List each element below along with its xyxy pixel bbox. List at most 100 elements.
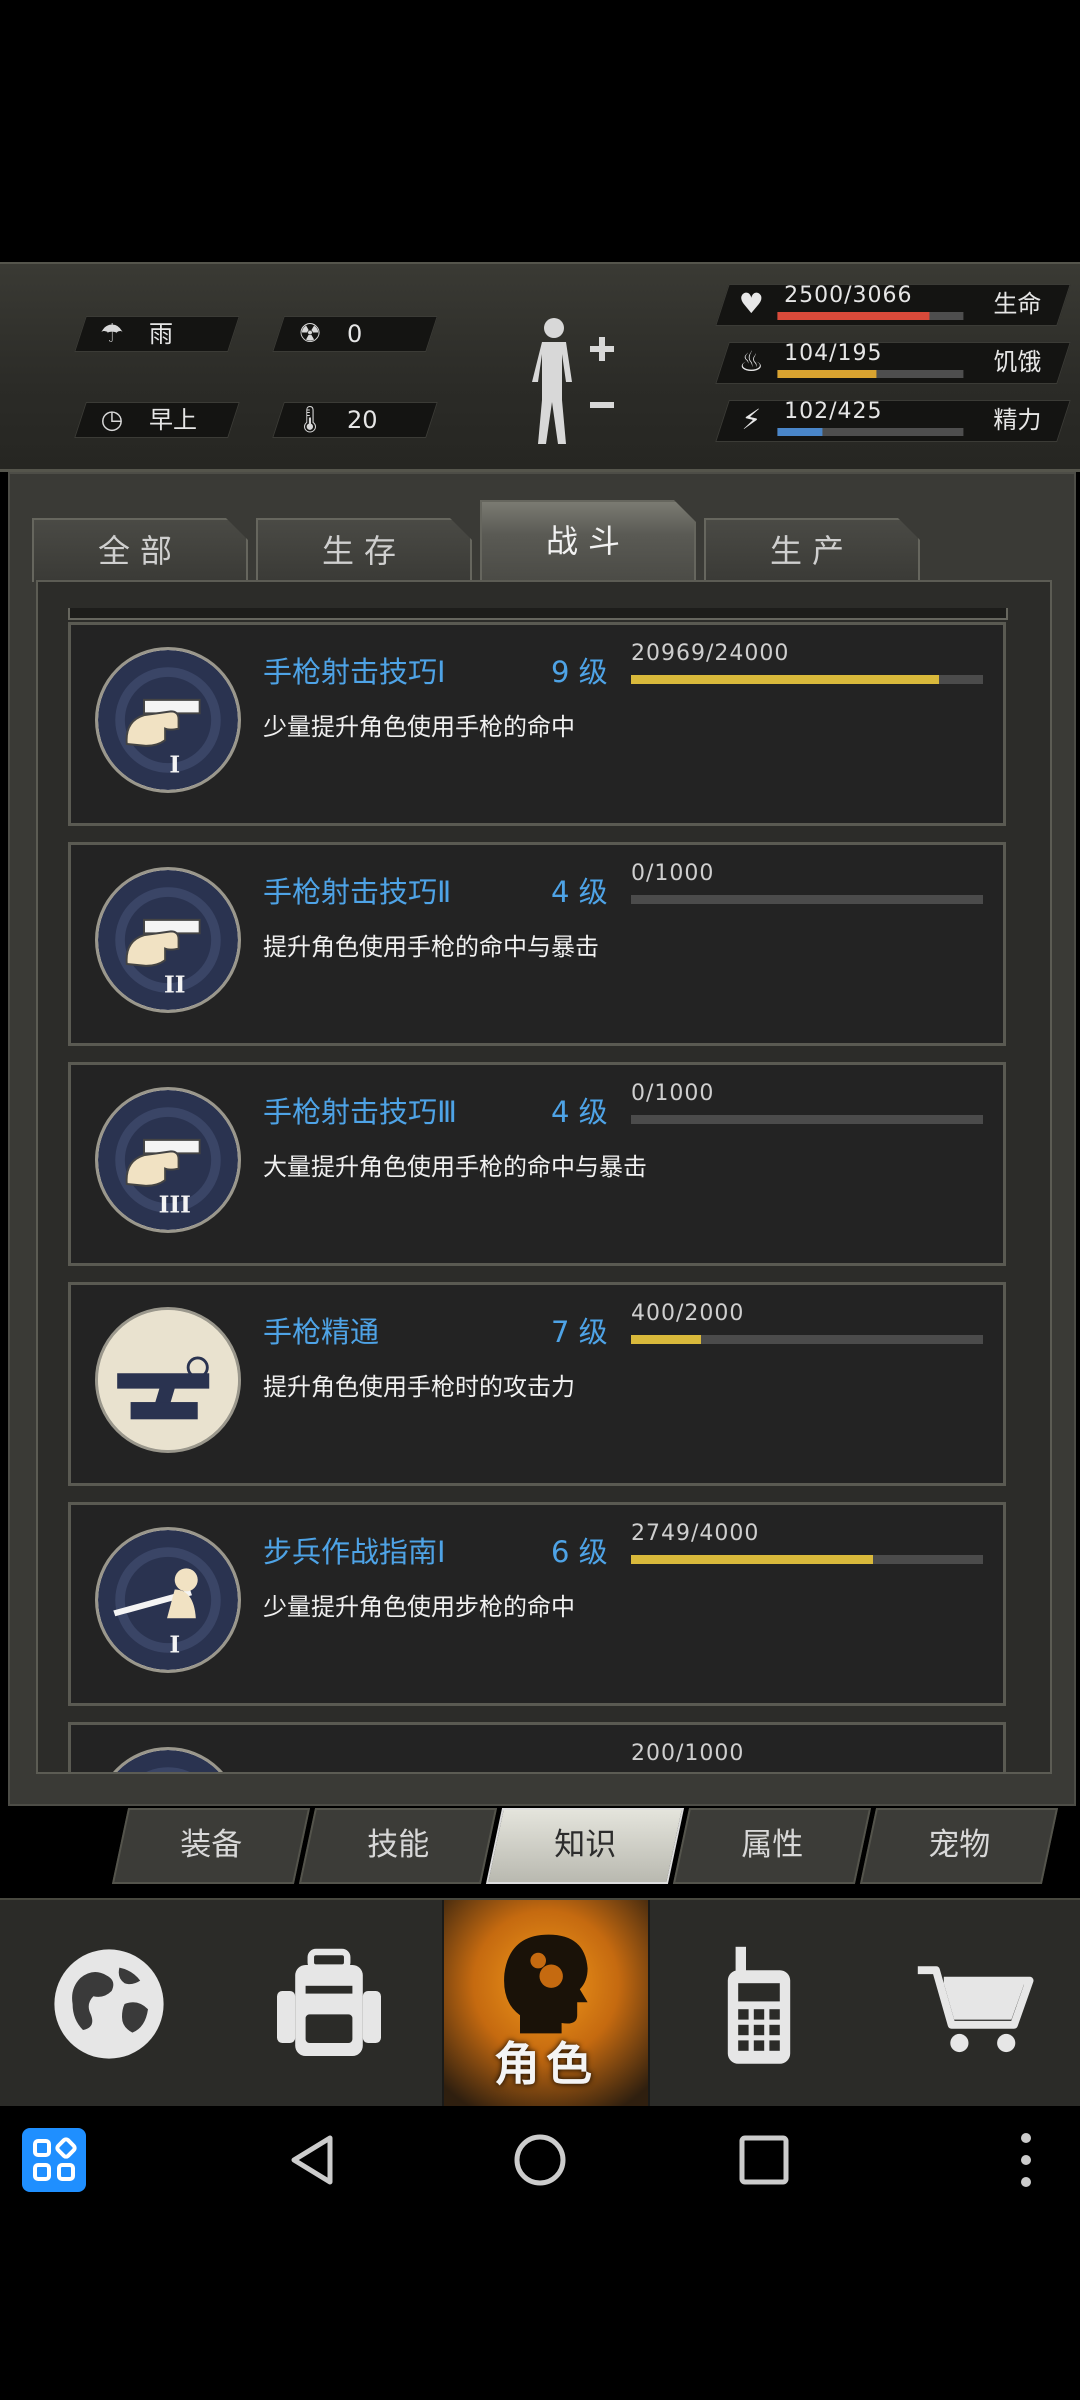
- home-button[interactable]: [512, 2132, 568, 2188]
- sub-tab-knowledge[interactable]: 知识: [485, 1808, 685, 1884]
- skill-xp: 0/1000: [631, 1081, 715, 1106]
- life-bar: [777, 312, 964, 320]
- skill-partial-icon: [95, 1747, 241, 1772]
- skill-xp-fill: [631, 1335, 702, 1344]
- skill-xp-fill: [631, 1555, 873, 1564]
- life-stat: ♥ 2500/3066 生命: [715, 283, 1071, 326]
- sub-tab-skills-label: 技能: [367, 1827, 430, 1863]
- system-nav-bar: [0, 2106, 1080, 2216]
- body-figure-icon: [532, 318, 614, 444]
- sub-tab-attributes-label: 属性: [741, 1827, 804, 1863]
- skill-description: 提升角色使用手枪时的攻击力: [263, 1373, 575, 1401]
- skill-card[interactable]: 手枪精通 7 级 400/2000 提升角色使用手枪时的攻击力: [68, 1282, 1006, 1486]
- skill-description: 提升角色使用手枪的命中与暴击: [263, 933, 599, 961]
- skill-xp: 0/1000: [631, 861, 715, 886]
- tab-production[interactable]: 生产: [704, 518, 920, 582]
- time-chip: ◷ 早上: [74, 402, 240, 438]
- tab-combat[interactable]: 战斗: [480, 500, 696, 584]
- radio-icon: [727, 1946, 791, 2064]
- nav-world-button[interactable]: [0, 1900, 218, 2108]
- life-bar-fill: [777, 312, 930, 320]
- tab-survival[interactable]: 生存: [256, 518, 472, 582]
- tab-all-label: 全部: [97, 532, 182, 570]
- svg-text:I: I: [169, 1632, 180, 1659]
- list-top-strip: [68, 608, 1008, 620]
- radiation-icon: ☢: [298, 319, 322, 349]
- body-status-button[interactable]: [522, 310, 622, 450]
- nav-shop-button[interactable]: [870, 1900, 1080, 2108]
- cart-icon: [917, 1966, 1034, 2053]
- nav-radio-button[interactable]: [648, 1900, 870, 2108]
- rifle-soldier-icon: I: [95, 1527, 241, 1673]
- temperature-text: 20: [347, 406, 378, 434]
- back-button[interactable]: [284, 2132, 340, 2188]
- nav-character-label: 角色: [494, 2037, 598, 2091]
- weather-chip: ☂ 雨: [74, 316, 240, 352]
- skill-card[interactable]: III 手枪射击技巧Ⅲ 4 级 0/1000 大量提升角色使用手枪的命中与暴击: [68, 1062, 1006, 1266]
- svg-text:II: II: [164, 972, 186, 999]
- recents-square-icon: [739, 2135, 789, 2185]
- energy-stat: ⚡ 102/425 精力: [715, 399, 1071, 442]
- nav-character-button[interactable]: 角色: [442, 1900, 650, 2108]
- more-vertical-icon: [1021, 2133, 1031, 2187]
- sub-tab-equipment[interactable]: 装备: [111, 1808, 311, 1884]
- skill-xp: 200/1000: [631, 1741, 745, 1766]
- tab-survival-label: 生存: [321, 532, 406, 570]
- skill-card[interactable]: 200/1000: [68, 1722, 1006, 1772]
- skill-name: 手枪精通: [263, 1315, 380, 1349]
- clock-icon: ◷: [100, 405, 124, 435]
- rain-cloud-icon: ☂: [100, 319, 124, 349]
- hunger-label: 饥饿: [993, 348, 1042, 376]
- pistol-hand-2-icon: II: [95, 867, 241, 1013]
- skill-description: 少量提升角色使用步枪的命中: [263, 1593, 575, 1621]
- skill-level: 9 级: [551, 655, 608, 689]
- sub-tab-pets-label: 宠物: [928, 1827, 991, 1863]
- hunger-stat: ♨ 104/195 饥饿: [715, 341, 1071, 384]
- energy-bar: [777, 428, 964, 436]
- skill-xp-bar: [631, 1555, 983, 1564]
- recents-button[interactable]: [738, 2134, 790, 2186]
- heart-icon: ♥: [738, 287, 764, 320]
- skill-xp: 20969/24000: [631, 641, 790, 666]
- time-text: 早上: [149, 406, 197, 434]
- sub-tab-attributes[interactable]: 属性: [672, 1808, 872, 1884]
- backpack-icon: [277, 1948, 381, 2056]
- back-triangle-icon: [291, 2135, 333, 2185]
- skill-card[interactable]: I 手枪射击技巧Ⅰ 9 级 20969/24000 少量提升角色使用手枪的命中: [68, 622, 1006, 826]
- skill-name: 手枪射击技巧Ⅲ: [263, 1095, 457, 1129]
- skill-xp-fill: [631, 675, 939, 684]
- temperature-chip: 🌡 20: [272, 402, 438, 438]
- radiation-chip: ☢ 0: [272, 316, 438, 352]
- pistol-mastery-icon: [95, 1307, 241, 1453]
- skill-card[interactable]: II 手枪射击技巧Ⅱ 4 级 0/1000 提升角色使用手枪的命中与暴击: [68, 842, 1006, 1046]
- sub-tab-pets[interactable]: 宠物: [859, 1808, 1059, 1884]
- skill-name: 手枪射击技巧Ⅱ: [263, 875, 452, 909]
- skill-xp-bar: [631, 1115, 983, 1124]
- tab-all[interactable]: 全部: [32, 518, 248, 582]
- globe-icon: [54, 1949, 164, 2059]
- skill-description: 少量提升角色使用手枪的命中: [263, 713, 575, 741]
- skill-list[interactable]: I 手枪射击技巧Ⅰ 9 级 20969/24000 少量提升角色使用手枪的命中 II 手枪射…: [36, 580, 1052, 1774]
- skill-level: 7 级: [551, 1315, 608, 1349]
- skill-level: 6 级: [551, 1535, 608, 1569]
- svg-text:I: I: [169, 752, 180, 779]
- skill-card[interactable]: I 步兵作战指南Ⅰ 6 级 2749/4000 少量提升角色使用步枪的命中: [68, 1502, 1006, 1706]
- skill-description: 大量提升角色使用手枪的命中与暴击: [263, 1153, 647, 1181]
- sub-tab-skills[interactable]: 技能: [298, 1808, 498, 1884]
- pistol-hand-3-icon: III: [95, 1087, 241, 1233]
- energy-bar-fill: [777, 428, 823, 436]
- skill-xp-bar: [631, 1335, 983, 1344]
- nav-backpack-button[interactable]: [218, 1900, 440, 2108]
- svg-text:III: III: [159, 1192, 191, 1219]
- hunger-bar-fill: [777, 370, 877, 378]
- sub-tab-knowledge-label: 知识: [554, 1827, 617, 1863]
- more-options-button[interactable]: [1016, 2130, 1036, 2190]
- home-circle-icon: [514, 2134, 566, 2186]
- lightning-icon: ⚡: [741, 403, 762, 436]
- tab-production-label: 生产: [769, 532, 854, 570]
- hunger-bar: [777, 370, 964, 378]
- weather-text: 雨: [149, 320, 173, 348]
- app-drawer-button[interactable]: [22, 2128, 86, 2192]
- skill-xp-bar: [631, 675, 983, 684]
- sub-tab-bar: 装备 技能 知识 属性 宠物: [104, 1808, 1064, 1884]
